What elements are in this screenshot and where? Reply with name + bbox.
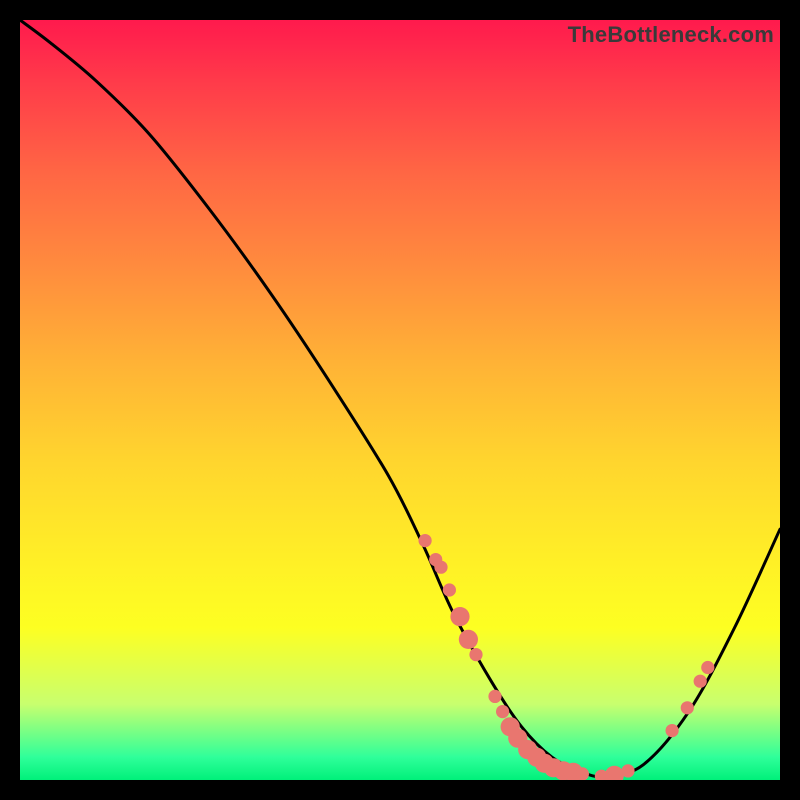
bottleneck-curve: [20, 20, 780, 777]
curve-marker: [605, 766, 624, 780]
curve-marker: [621, 764, 634, 777]
curve-marker: [434, 561, 447, 574]
chart-svg: [20, 20, 780, 780]
curve-markers: [419, 534, 715, 780]
curve-marker: [496, 705, 509, 718]
curve-marker: [419, 534, 432, 547]
curve-marker: [450, 607, 469, 626]
curve-marker: [694, 675, 707, 688]
curve-marker: [576, 767, 589, 780]
curve-marker: [459, 630, 478, 649]
chart-frame: TheBottleneck.com: [20, 20, 780, 780]
watermark-text: TheBottleneck.com: [568, 22, 774, 48]
curve-marker: [488, 690, 501, 703]
curve-marker: [469, 648, 482, 661]
curve-marker: [681, 701, 694, 714]
curve-marker: [443, 583, 456, 596]
curve-marker: [666, 724, 679, 737]
curve-marker: [701, 661, 714, 674]
